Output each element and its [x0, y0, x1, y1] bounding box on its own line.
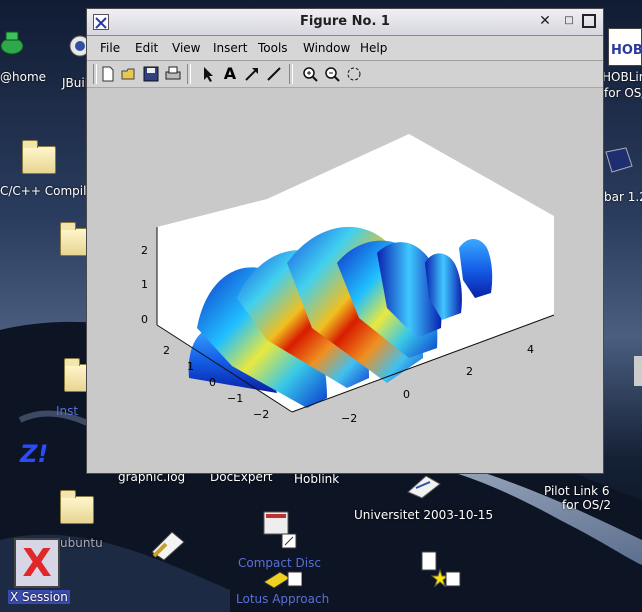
figure-window[interactable]: Figure No. 1 ✕ □ File Edit View Insert T… — [86, 8, 604, 474]
hoblink-icon[interactable]: HOB — [608, 28, 642, 66]
x-tick-label: 0 — [403, 388, 410, 401]
menu-view[interactable]: View — [172, 41, 200, 55]
desktop-label-home[interactable]: @home — [0, 70, 46, 84]
menu-insert[interactable]: Insert — [213, 41, 247, 55]
save-icon[interactable] — [142, 65, 160, 83]
desktop-label-hoblink-right[interactable]: HOBLink — [602, 70, 642, 84]
y-tick-label: −1 — [227, 392, 243, 405]
close-icon[interactable]: ✕ — [537, 13, 553, 29]
maximize-icon[interactable] — [581, 13, 597, 29]
y-tick-label: −2 — [253, 408, 269, 421]
x-logo: X — [22, 541, 52, 585]
y-tick-label: 2 — [163, 344, 170, 357]
window-title: Figure No. 1 — [300, 14, 390, 29]
line-icon[interactable] — [265, 65, 283, 83]
home-disk-icon[interactable] — [0, 22, 28, 62]
desktop-label-bar[interactable]: bar 1.2 — [604, 190, 642, 204]
folder-icon[interactable] — [60, 490, 94, 524]
toolbar-separator — [187, 64, 191, 84]
menu-window[interactable]: Window — [303, 41, 350, 55]
device-icon[interactable] — [634, 356, 642, 386]
desktop-label-pilot-os2[interactable]: for OS/2 — [562, 498, 611, 512]
document-icon[interactable] — [404, 474, 442, 500]
menu-bar: File Edit View Insert Tools Window Help — [87, 36, 603, 61]
desktop-label-x-session[interactable]: X Session — [8, 590, 70, 604]
zoom-in-icon[interactable] — [301, 65, 319, 83]
folder-icon[interactable] — [64, 358, 88, 392]
desktop-label-compiler[interactable]: C/C++ Compile — [0, 184, 94, 198]
desktop-label-ubuntu[interactable]: ubuntu — [60, 536, 103, 550]
menu-help[interactable]: Help — [360, 41, 387, 55]
desktop-label-lotus-approach[interactable]: Lotus Approach — [236, 592, 329, 606]
menu-file[interactable]: File — [100, 41, 120, 55]
desktop-label-jbuilder[interactable]: JBuil — [62, 76, 88, 90]
menu-edit[interactable]: Edit — [135, 41, 158, 55]
x-session-icon[interactable]: X — [14, 538, 60, 588]
arrow-pointer-icon[interactable] — [199, 65, 217, 83]
figure-canvas[interactable]: 2 1 0 2 1 0 −1 −2 4 2 0 −2 — [87, 88, 603, 473]
z-tick-label: 1 — [141, 278, 148, 291]
new-file-icon[interactable] — [99, 65, 117, 83]
arrow-line-icon[interactable] — [243, 65, 261, 83]
book-icon[interactable] — [604, 146, 634, 176]
surface-plot[interactable]: 2 1 0 2 1 0 −1 −2 4 2 0 −2 — [87, 88, 603, 473]
jbuilder-icon[interactable] — [68, 34, 91, 64]
folder-icon[interactable] — [22, 140, 56, 174]
hob-text: HOB — [611, 43, 642, 58]
desktop-label-inst[interactable]: Inst — [56, 404, 78, 418]
open-folder-icon[interactable] — [120, 65, 138, 83]
y-tick-label: 0 — [209, 376, 216, 389]
rotate-icon[interactable] — [345, 65, 363, 83]
print-icon[interactable] — [164, 65, 182, 83]
title-bar[interactable]: Figure No. 1 ✕ □ — [87, 9, 603, 36]
toolbar-separator — [289, 64, 293, 84]
folder-icon[interactable] — [60, 222, 88, 256]
z-tick-label: 2 — [141, 244, 148, 257]
z-glyph: Z! — [20, 440, 49, 468]
desktop-label-hoblink-os[interactable]: for OS/ — [604, 86, 642, 100]
z-tick-label: 0 — [141, 313, 148, 326]
y-tick-label: 1 — [187, 360, 194, 373]
menu-tools[interactable]: Tools — [258, 41, 288, 55]
desktop-label-universitet[interactable]: Universitet 2003-10-15 — [354, 508, 493, 522]
zoom-out-icon[interactable] — [323, 65, 341, 83]
desktop-label-hoblink[interactable]: Hoblink — [294, 472, 339, 486]
x-tick-label: 4 — [527, 343, 534, 356]
minimize-icon[interactable]: □ — [561, 13, 577, 29]
text-icon[interactable]: A — [221, 65, 239, 83]
desktop-label-pilot-link[interactable]: Pilot Link 6 — [544, 484, 610, 498]
x-tick-label: 2 — [466, 365, 473, 378]
notepad-icon[interactable] — [146, 528, 186, 562]
lotus-approach-icon[interactable] — [262, 568, 303, 590]
toolbar: A — [87, 61, 603, 88]
doc-sparkle-icon[interactable] — [420, 550, 462, 590]
compact-disc-icon[interactable] — [262, 510, 298, 550]
toolbar-grip — [93, 64, 97, 84]
z-app-icon[interactable]: Z! — [20, 440, 60, 470]
x-tick-label: −2 — [341, 412, 357, 425]
